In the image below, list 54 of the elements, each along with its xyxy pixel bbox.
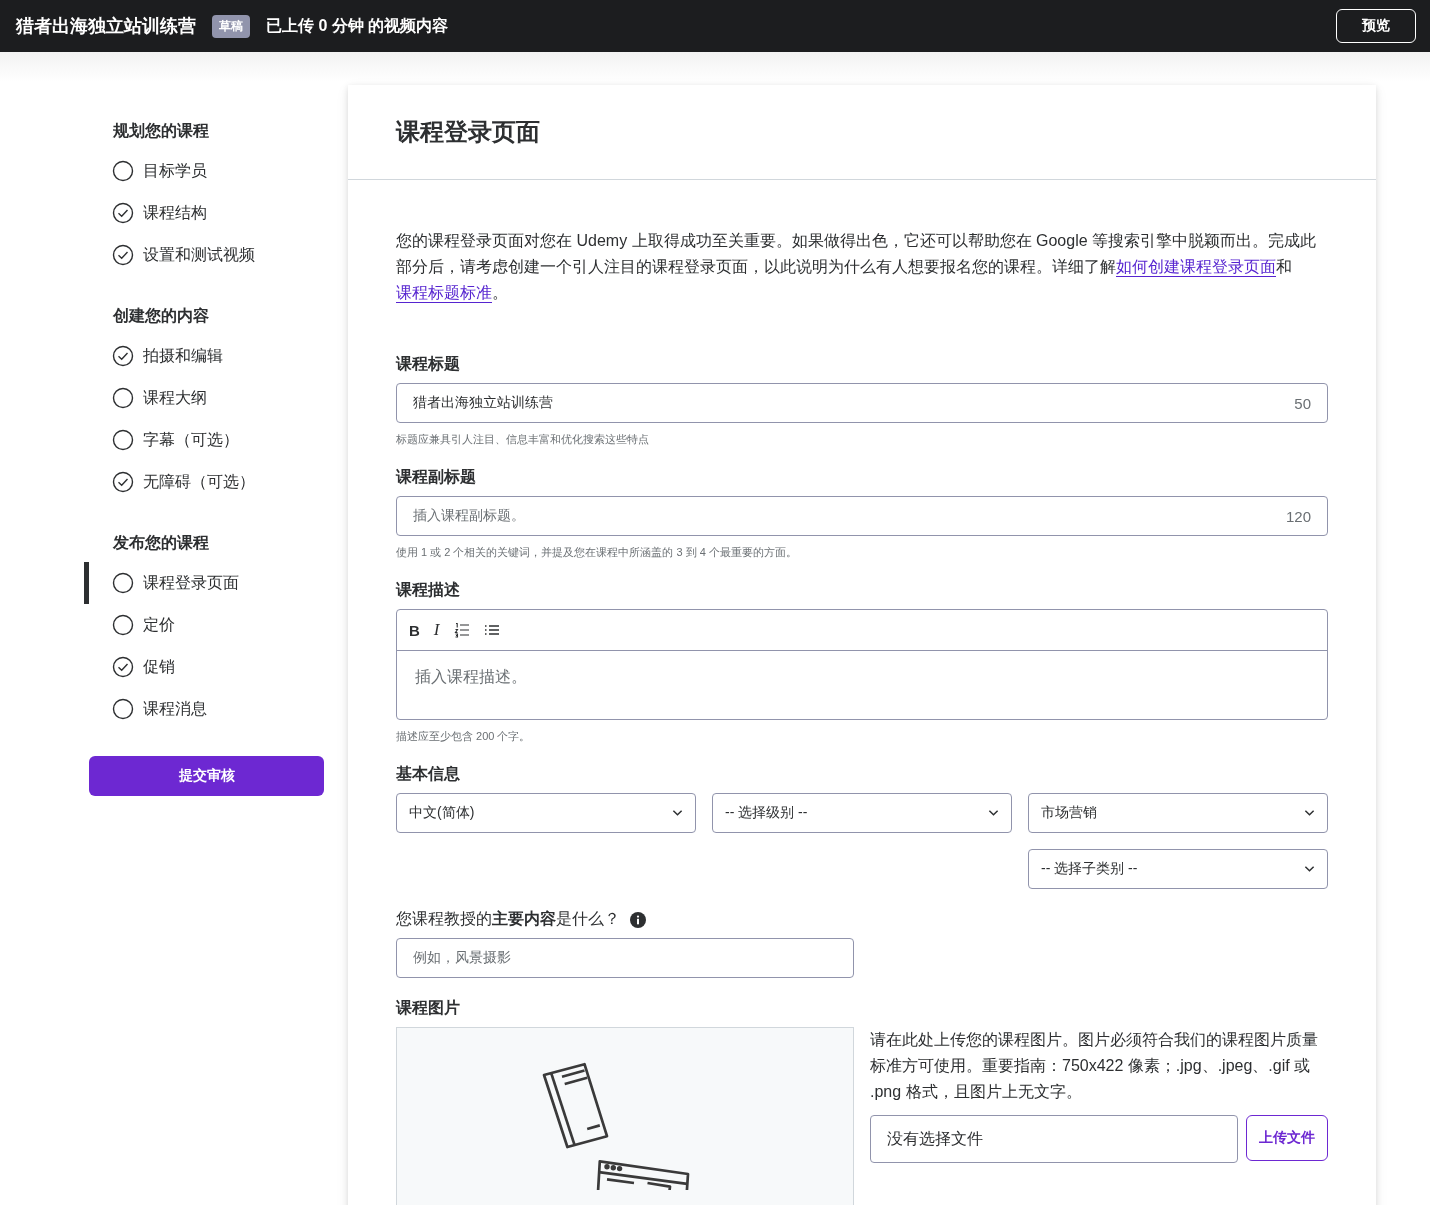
dropdown[interactable]: 市场营销	[1028, 793, 1328, 833]
intro-paragraph: 您的课程登录页面对您在 Udemy 上取得成功至关重要。如果做得出色，它还可以帮助您在 Google 等搜索引擎中脱颖而出。完成此部分后，请考虑创建一个引人注目的课程登录页面，以此说明为什么有人想要报名您的课程。详细了解如何创建课程登录页面和 课程标题标准。	[396, 231, 1318, 303]
field-label: 您课程教授的主要内容是什么？	[396, 909, 620, 929]
chevron-down-icon	[1304, 865, 1315, 873]
chevron-down-icon	[672, 809, 683, 817]
section-heading: 规划您的课程	[113, 121, 210, 141]
image-guidelines: 请在此处上传您的课程图片。图片必须符合我们的课程图片质量标准方可使用。重要指南：750x422 像素；.jpg、.jpeg、.gif 或 .png 格式，且图片上无文字。	[870, 1030, 1319, 1102]
sidebar-item[interactable]: 课程结构	[84, 192, 324, 234]
title-field[interactable]: 猎者出海独立站训练营 50	[396, 383, 1328, 423]
sidebar-item[interactable]: 目标学员	[84, 150, 324, 192]
description-editor[interactable]: 插入课程描述。	[397, 651, 1327, 719]
field-label: 基本信息	[396, 764, 460, 784]
numbered-list-icon[interactable]	[453, 622, 470, 638]
chevron-down-icon	[988, 809, 999, 817]
italic-button[interactable]: I	[433, 620, 440, 640]
field-label: 课程标题	[396, 354, 460, 374]
section-heading: 发布您的课程	[113, 533, 210, 553]
info-icon[interactable]	[630, 911, 646, 928]
sidebar-item[interactable]: 设置和测试视频	[84, 234, 324, 276]
sidebar-item[interactable]: 定价	[84, 604, 324, 646]
field-label: 课程副标题	[396, 467, 476, 487]
field-label: 课程描述	[396, 580, 460, 600]
page-title: 课程登录页面	[348, 85, 1376, 180]
sidebar-item[interactable]: 课程消息	[84, 688, 324, 730]
link[interactable]: 如何创建课程登录页面	[1116, 258, 1276, 275]
field-hint: 标题应兼具引人注目、信息丰富和优化搜索这些特点	[396, 432, 650, 447]
course-title: 猎者出海独立站训练营	[16, 15, 196, 38]
dropdown[interactable]: -- 选择子类别 --	[1028, 849, 1328, 889]
subtitle-field[interactable]: 插入课程副标题。 120	[396, 496, 1328, 536]
sidebar-item[interactable]: 拍摄和编辑	[84, 335, 324, 377]
preview-button[interactable]: 预览	[1336, 9, 1416, 43]
dropdown[interactable]: -- 选择级别 --	[712, 793, 1012, 833]
dropdown[interactable]: 中文(简体)	[396, 793, 696, 833]
draft-badge: 草稿	[212, 14, 250, 38]
upload-status: 已上传 0 分钟 的视频内容	[266, 15, 449, 36]
section-heading: 创建您的内容	[113, 306, 210, 326]
sidebar-item[interactable]: 促销	[84, 646, 324, 688]
submit-review-button[interactable]: 提交审核	[89, 756, 324, 796]
bullet-list-icon[interactable]	[483, 622, 500, 638]
character-counter: 50	[1294, 394, 1311, 412]
link[interactable]: 课程标题标准	[396, 284, 492, 301]
sidebar-item[interactable]: 无障碍（可选）	[84, 461, 324, 503]
sidebar-item[interactable]: 课程登录页面	[84, 562, 324, 604]
upload-file-button[interactable]: 上传文件	[1246, 1115, 1328, 1161]
field-hint: 使用 1 或 2 个相关的关键词，并提及您在课程中所涵盖的 3 到 4 个最重要的方面。	[396, 545, 798, 560]
sidebar-item[interactable]: 课程大纲	[84, 377, 324, 419]
character-counter: 120	[1285, 507, 1311, 525]
field-label: 课程图片	[396, 998, 460, 1018]
chevron-down-icon	[1304, 809, 1315, 817]
bold-button[interactable]: B	[409, 621, 420, 639]
file-field[interactable]: 没有选择文件	[870, 1115, 1238, 1163]
topic-field[interactable]: 例如，风景摄影	[396, 938, 854, 978]
sidebar-item[interactable]: 字幕（可选）	[84, 419, 324, 461]
field-hint: 描述应至少包含 200 个字。	[396, 729, 532, 744]
